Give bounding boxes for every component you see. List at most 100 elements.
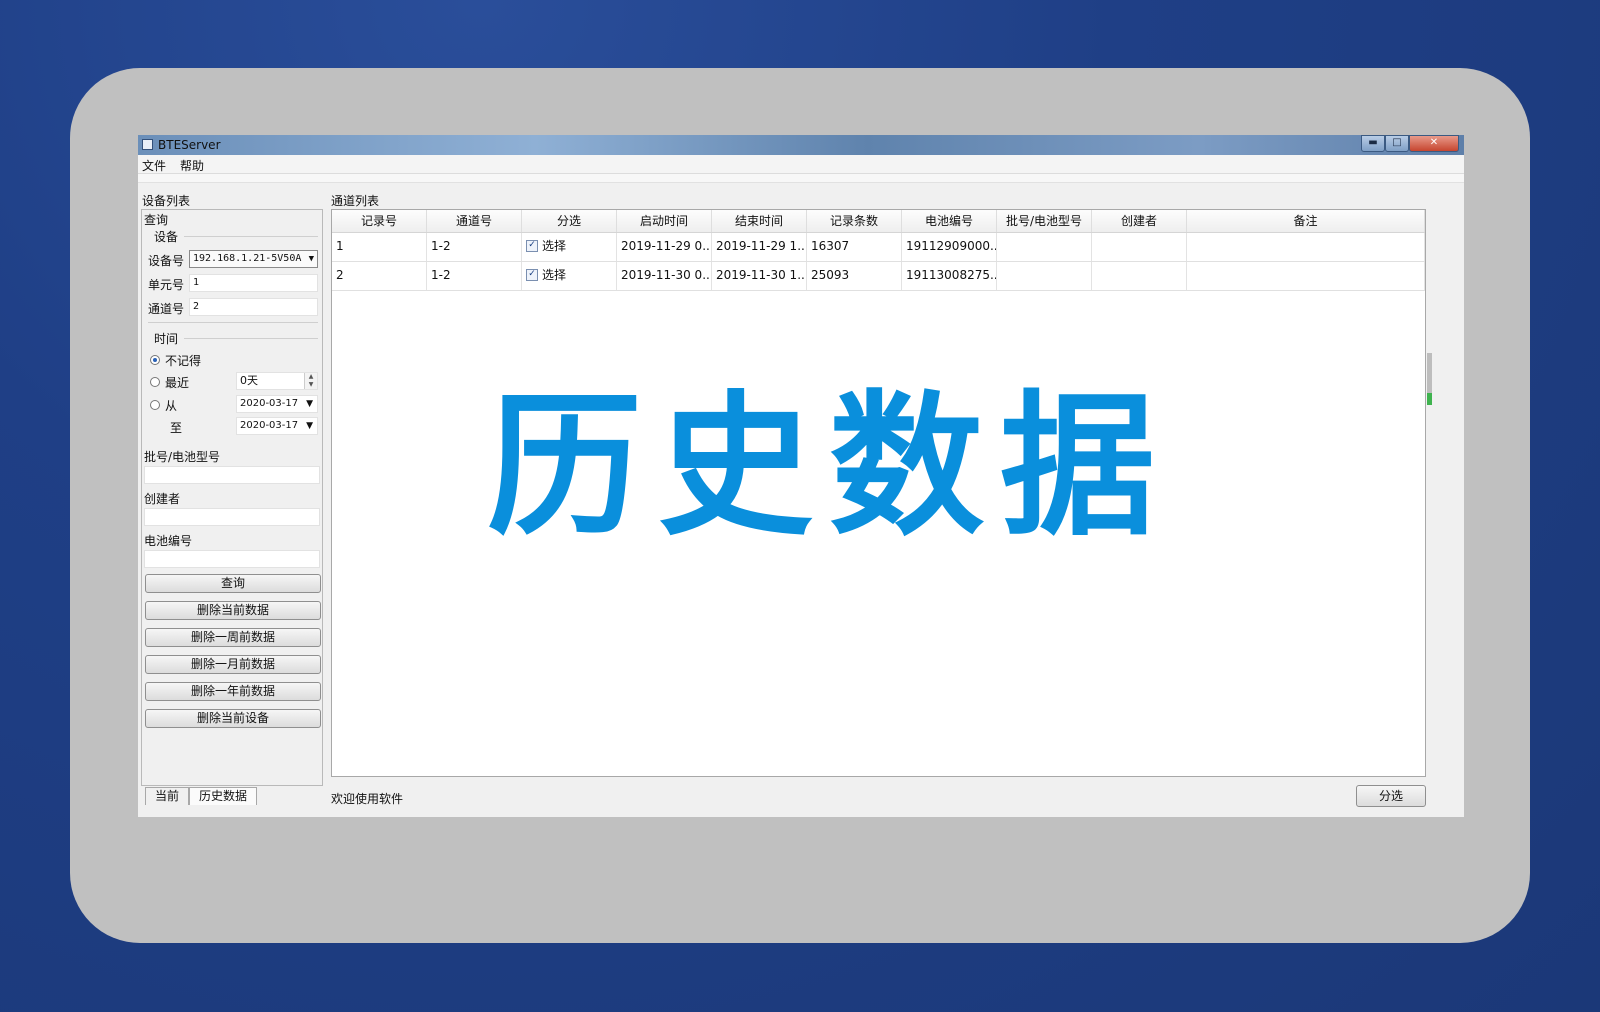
radio-recent-label: 最近	[165, 376, 190, 390]
delete-week-button[interactable]: 删除一周前数据	[145, 628, 321, 647]
cell-select[interactable]: ✓ 选择	[522, 233, 617, 261]
cell-channel: 1-2	[427, 233, 522, 261]
to-label: 至	[170, 421, 183, 435]
delete-device-button[interactable]: 删除当前设备	[145, 709, 321, 728]
delete-month-button[interactable]: 删除一月前数据	[145, 655, 321, 674]
table-row[interactable]: 2 1-2 ✓ 选择 2019-11-30 0... 2019-11-30 1..…	[332, 262, 1425, 291]
cell-battery-no: 19113008275...	[902, 262, 997, 290]
col-note[interactable]: 备注	[1187, 210, 1425, 232]
title-bar[interactable]: BTEServer ▬ □ ✕	[138, 135, 1464, 155]
col-record[interactable]: 记录号	[332, 210, 427, 232]
chevron-down-icon: ▼	[306, 399, 313, 409]
app-icon	[142, 139, 153, 150]
delete-current-button[interactable]: 删除当前数据	[145, 601, 321, 620]
cell-end-time: 2019-11-30 1...	[712, 262, 807, 290]
cell-start-time: 2019-11-29 0...	[617, 233, 712, 261]
col-select[interactable]: 分选	[522, 210, 617, 232]
minimize-button[interactable]: ▬	[1361, 135, 1385, 152]
menu-bar: 文件 帮助	[138, 155, 1464, 174]
device-list-label: 设备列表	[142, 194, 191, 208]
col-record-count[interactable]: 记录条数	[807, 210, 902, 232]
chevron-down-icon: ▼	[308, 254, 314, 264]
tab-history[interactable]: 历史数据	[189, 787, 257, 805]
channel-no-input[interactable]: 2	[189, 298, 318, 316]
toolbar-strip	[138, 174, 1464, 183]
col-channel[interactable]: 通道号	[427, 210, 522, 232]
radio-from[interactable]	[150, 400, 160, 410]
device-no-label: 设备号	[148, 254, 185, 268]
table-header: 记录号 通道号 分选 启动时间 结束时间 记录条数 电池编号 批号/电池型号 创…	[332, 210, 1425, 233]
recent-days-value: 0天	[240, 374, 258, 387]
bottom-tabs: 当前 历史数据	[138, 787, 328, 817]
device-group-label: 设备	[154, 230, 179, 244]
maximize-button[interactable]: □	[1385, 135, 1409, 152]
overlay-title: 历史数据	[487, 376, 1171, 557]
time-group-label: 时间	[154, 332, 179, 346]
cell-record-count: 16307	[807, 233, 902, 261]
select-label: 选择	[542, 239, 567, 253]
col-battery-no[interactable]: 电池编号	[902, 210, 997, 232]
scrollbar-indicator	[1427, 393, 1432, 405]
unit-no-input[interactable]: 1	[189, 274, 318, 292]
menu-file[interactable]: 文件	[142, 157, 166, 174]
to-date-value: 2020-03-17	[240, 420, 299, 431]
radio-recent[interactable]	[150, 377, 160, 387]
chevron-down-icon: ▼	[306, 421, 313, 431]
to-date-picker[interactable]: 2020-03-17 ▼	[236, 417, 318, 435]
history-table: 记录号 通道号 分选 启动时间 结束时间 记录条数 电池编号 批号/电池型号 创…	[331, 209, 1426, 777]
cell-creator	[1092, 262, 1187, 290]
cell-battery-no: 19112909000...	[902, 233, 997, 261]
col-batch[interactable]: 批号/电池型号	[997, 210, 1092, 232]
close-button[interactable]: ✕	[1409, 135, 1459, 152]
radio-from-label: 从	[165, 399, 178, 413]
col-creator[interactable]: 创建者	[1092, 210, 1187, 232]
sort-button[interactable]: 分选	[1356, 785, 1426, 807]
divider	[148, 322, 318, 323]
cell-creator	[1092, 233, 1187, 261]
cell-record: 2	[332, 262, 427, 290]
device-no-combo[interactable]: 192.168.1.21-5V50A ▼	[189, 250, 318, 268]
window-title: BTEServer	[158, 138, 221, 152]
cell-end-time: 2019-11-29 1...	[712, 233, 807, 261]
checkbox-checked-icon[interactable]: ✓	[526, 239, 538, 252]
cell-start-time: 2019-11-30 0...	[617, 262, 712, 290]
cell-batch	[997, 262, 1092, 290]
battery-no-input[interactable]	[144, 550, 320, 568]
channel-list-label: 通道列表	[331, 194, 380, 208]
radio-none-label: 不记得	[165, 354, 202, 368]
cell-record: 1	[332, 233, 427, 261]
col-start-time[interactable]: 启动时间	[617, 210, 712, 232]
cell-channel: 1-2	[427, 262, 522, 290]
unit-no-label: 单元号	[148, 278, 185, 292]
batch-input[interactable]	[144, 466, 320, 484]
creator-input[interactable]	[144, 508, 320, 526]
recent-days-stepper[interactable]: 0天 ▲ ▼	[236, 372, 318, 390]
table-row[interactable]: 1 1-2 ✓ 选择 2019-11-29 0... 2019-11-29 1..…	[332, 233, 1425, 262]
radio-none[interactable]	[150, 355, 160, 365]
menu-help[interactable]: 帮助	[180, 157, 204, 174]
query-group-label: 查询	[144, 213, 169, 227]
from-date-picker[interactable]: 2020-03-17 ▼	[236, 395, 318, 413]
time-group-line	[184, 338, 318, 339]
cell-batch	[997, 233, 1092, 261]
creator-label: 创建者	[144, 492, 181, 506]
cell-note	[1187, 233, 1425, 261]
batch-label: 批号/电池型号	[144, 450, 221, 464]
device-group-line	[184, 236, 318, 237]
battery-no-label: 电池编号	[144, 534, 193, 548]
from-date-value: 2020-03-17	[240, 398, 299, 409]
cell-select[interactable]: ✓ 选择	[522, 262, 617, 290]
cell-record-count: 25093	[807, 262, 902, 290]
app-window: BTEServer ▬ □ ✕ 文件 帮助 设备列表 查询 设备 设备号 192…	[138, 135, 1464, 817]
spin-arrows-icon[interactable]: ▲ ▼	[304, 373, 317, 389]
tab-current[interactable]: 当前	[145, 787, 189, 805]
select-label: 选择	[542, 268, 567, 282]
checkbox-checked-icon[interactable]: ✓	[526, 268, 538, 281]
query-button[interactable]: 查询	[145, 574, 321, 593]
device-no-value: 192.168.1.21-5V50A	[193, 253, 302, 264]
col-end-time[interactable]: 结束时间	[712, 210, 807, 232]
status-text: 欢迎使用软件	[331, 792, 404, 806]
cell-note	[1187, 262, 1425, 290]
delete-year-button[interactable]: 删除一年前数据	[145, 682, 321, 701]
channel-no-label: 通道号	[148, 302, 185, 316]
